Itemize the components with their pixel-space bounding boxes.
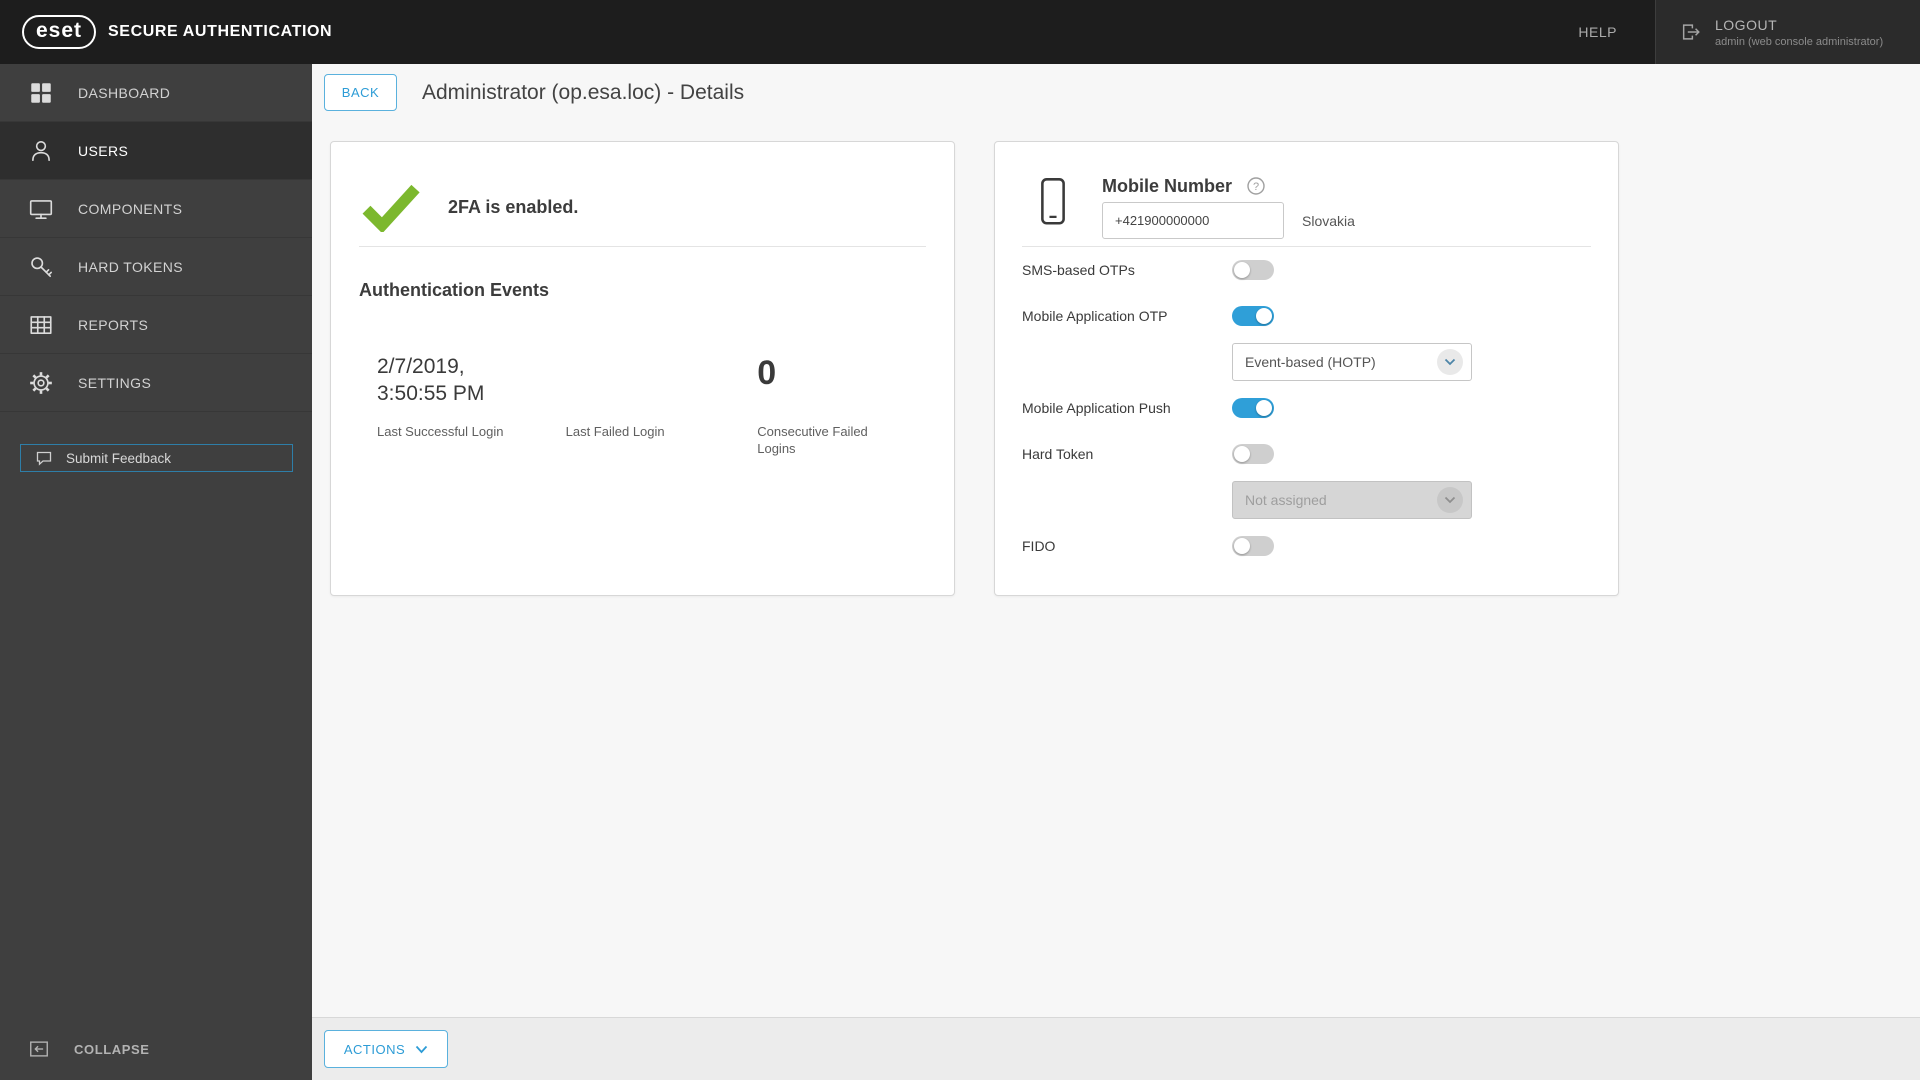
users-icon	[32, 140, 50, 161]
logout-text: LOGOUT admin (web console administrator)	[1715, 17, 1883, 48]
logout-label: LOGOUT	[1715, 16, 1778, 33]
sidebar-item-label: HARD TOKENS	[78, 258, 184, 275]
2fa-enabled-text: 2FA is enabled.	[448, 196, 579, 217]
mobile-number-title: Mobile Number	[1102, 176, 1233, 196]
2fa-enabled-row: 2FA is enabled.	[362, 183, 926, 232]
sidebar-item-reports[interactable]: REPORTS	[0, 296, 312, 354]
mobile-number-input[interactable]	[1102, 202, 1284, 239]
mobile-number-section: Mobile Number ? Slovakia	[1036, 176, 1591, 246]
mobile-app-otp-label: Mobile Application OTP	[1022, 308, 1168, 324]
sms-otp-toggle[interactable]	[1232, 260, 1274, 280]
otp-type-row: Event-based (HOTP)	[1022, 339, 1591, 385]
green-check-icon	[362, 184, 420, 232]
help-circle-icon[interactable]: ?	[1246, 176, 1266, 196]
stat-value	[566, 353, 701, 409]
otp-type-dropdown[interactable]: Event-based (HOTP)	[1232, 343, 1472, 381]
sidebar-item-label: COMPONENTS	[78, 200, 183, 217]
phone-icon	[1041, 178, 1065, 225]
authenticator-options: SMS-based OTPs Mobile Application OTP Ev…	[1022, 247, 1591, 569]
hard-token-select-value: Not assigned	[1245, 492, 1327, 508]
dashboard-icon	[31, 82, 51, 103]
sidebar-item-label: SETTINGS	[78, 374, 152, 391]
chevron-down-icon	[415, 1045, 428, 1053]
sidebar-item-users[interactable]: USERS	[0, 122, 312, 180]
eset-logo: eset	[22, 15, 97, 49]
back-button[interactable]: BACK	[324, 74, 397, 111]
actions-label: ACTIONS	[343, 1041, 406, 1057]
svg-text:?: ?	[1253, 181, 1259, 193]
collapse-button[interactable]: COLLAPSE	[28, 1038, 150, 1060]
help-button[interactable]: HELP	[1540, 0, 1655, 64]
logout-icon	[1682, 24, 1700, 40]
fido-toggle[interactable]	[1232, 536, 1274, 556]
sidebar-item-dashboard[interactable]: DASHBOARD	[0, 64, 312, 122]
gear-icon	[30, 371, 52, 394]
sms-otp-label: SMS-based OTPs	[1022, 262, 1135, 278]
hard-token-dropdown[interactable]: Not assigned	[1232, 481, 1472, 519]
hard-token-label: Hard Token	[1022, 446, 1094, 462]
collapse-icon	[30, 1041, 48, 1057]
hard-token-select-row: Not assigned	[1022, 477, 1591, 523]
main-content: BACK Administrator (op.esa.loc) - Detail…	[312, 64, 1920, 1080]
app-title: SECURE AUTHENTICATION	[108, 23, 333, 40]
stat-value: 2/7/2019, 3:50:55 PM	[377, 355, 485, 405]
stat-label: Last Failed Login	[565, 424, 665, 439]
chevron-down-icon	[1429, 487, 1471, 513]
mobile-app-otp-row: Mobile Application OTP	[1022, 293, 1591, 339]
sms-otp-row: SMS-based OTPs	[1022, 247, 1591, 293]
mobile-app-push-toggle[interactable]	[1232, 398, 1274, 418]
page-title: Administrator (op.esa.loc) - Details	[422, 81, 745, 104]
logout-subtitle: admin (web console administrator)	[1715, 35, 1884, 48]
stat-consecutive-failed-logins: 0 Consecutive Failed Logins	[757, 353, 926, 457]
mobile-app-push-row: Mobile Application Push	[1022, 385, 1591, 431]
feedback-bubble-icon	[36, 451, 52, 466]
sidebar-item-label: DASHBOARD	[78, 84, 171, 101]
chevron-down-icon	[1429, 349, 1471, 375]
country-label: Slovakia	[1302, 212, 1355, 229]
divider	[359, 246, 926, 247]
fido-label: FIDO	[1022, 538, 1056, 554]
mobile-number-card: Mobile Number ? Slovakia SMS-based OTPs	[994, 141, 1619, 596]
stat-value: 0	[757, 354, 777, 392]
auth-events-title: Authentication Events	[359, 280, 550, 300]
key-icon	[31, 256, 52, 277]
stat-label: Consecutive Failed Logins	[757, 424, 868, 456]
footer-bar: ACTIONS	[312, 1017, 1920, 1080]
sidebar: DASHBOARD USERS COMPONENTS HARD TOKENS R…	[0, 64, 312, 1080]
components-icon	[29, 199, 53, 219]
logout-button[interactable]: LOGOUT admin (web console administrator)	[1655, 0, 1920, 64]
collapse-label: COLLAPSE	[74, 1041, 150, 1057]
hard-token-row: Hard Token	[1022, 431, 1591, 477]
hard-token-toggle[interactable]	[1232, 444, 1274, 464]
actions-button[interactable]: ACTIONS	[324, 1030, 448, 1068]
auth-events-stats: 2/7/2019, 3:50:55 PM Last Successful Log…	[359, 353, 926, 457]
stat-label: Last Successful Login	[377, 424, 504, 439]
mobile-number-head: Mobile Number ? Slovakia	[1102, 176, 1355, 246]
sidebar-item-components[interactable]: COMPONENTS	[0, 180, 312, 238]
2fa-status-card: 2FA is enabled. Authentication Events 2/…	[330, 141, 955, 596]
feedback-label: Submit Feedback	[66, 450, 172, 466]
stat-last-failed-login: Last Failed Login	[566, 353, 758, 457]
mobile-app-push-label: Mobile Application Push	[1022, 400, 1171, 416]
fido-row: FIDO	[1022, 523, 1591, 569]
sidebar-item-settings[interactable]: SETTINGS	[0, 354, 312, 412]
top-bar: eset SECURE AUTHENTICATION HELP LOGOUT a…	[0, 0, 1920, 64]
stat-last-successful-login: 2/7/2019, 3:50:55 PM Last Successful Log…	[377, 353, 566, 457]
otp-type-value: Event-based (HOTP)	[1245, 354, 1376, 370]
sidebar-item-label: REPORTS	[78, 316, 149, 333]
sidebar-item-hard-tokens[interactable]: HARD TOKENS	[0, 238, 312, 296]
submit-feedback-button[interactable]: Submit Feedback	[20, 444, 293, 472]
reports-icon	[30, 315, 52, 334]
mobile-app-otp-toggle[interactable]	[1232, 306, 1274, 326]
sidebar-item-label: USERS	[78, 142, 129, 159]
